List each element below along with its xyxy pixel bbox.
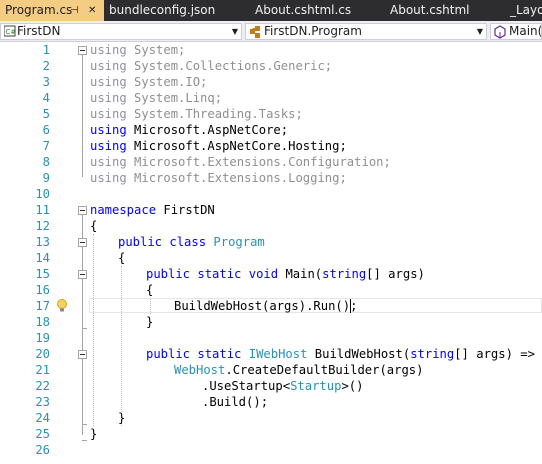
pin-icon[interactable]: ⊣ xyxy=(70,0,79,21)
code-line-5: using System.Threading.Tasks; xyxy=(90,107,303,121)
chevron-down-icon: ▼ xyxy=(231,27,238,36)
tab-label: About.cshtml xyxy=(390,3,470,17)
line-number: 20 xyxy=(35,347,50,361)
fold-end-marker xyxy=(82,440,87,441)
line-number: 8 xyxy=(42,155,50,169)
code-line-6: using Microsoft.AspNetCore; xyxy=(90,123,289,137)
tab-layout[interactable]: _Layo xyxy=(505,0,542,21)
fold-end-marker xyxy=(82,328,87,329)
close-icon[interactable]: ✕ xyxy=(88,0,96,21)
code-line-18: } xyxy=(146,315,154,329)
tab-about-cshtml-cs[interactable]: About.cshtml.cs xyxy=(250,0,370,21)
code-line-9: using Microsoft.Extensions.Logging; xyxy=(90,171,347,185)
code-editor[interactable]: 1 2 3 4 5 6 7 8 9 10 11 12 13 14 15 16 1… xyxy=(0,42,542,464)
line-number: 1 xyxy=(42,43,50,57)
project-dropdown-value: FirstDN xyxy=(17,24,61,38)
line-number: 13 xyxy=(35,235,50,249)
code-line-4: using System.Linq; xyxy=(90,91,223,105)
indent-guide xyxy=(93,234,94,426)
svg-text:C#: C# xyxy=(6,28,17,36)
line-number: 10 xyxy=(35,187,50,201)
code-line-12: { xyxy=(90,219,98,233)
collapse-icon[interactable] xyxy=(78,270,87,279)
line-number: 21 xyxy=(35,363,50,377)
tab-program-cs[interactable]: Program.cs ⊣ ✕ xyxy=(0,0,104,21)
line-number: 23 xyxy=(35,395,50,409)
csharp-project-icon: C# xyxy=(4,25,17,37)
code-line-23: .Build(); xyxy=(202,395,269,409)
navigation-bar: C# FirstDN ▼ FirstDN.Program ▼ Main( xyxy=(0,21,542,42)
class-icon xyxy=(250,26,260,38)
line-number: 11 xyxy=(35,203,50,217)
code-line-24: } xyxy=(118,411,126,425)
member-dropdown[interactable]: Main( xyxy=(490,23,542,40)
line-number: 15 xyxy=(35,267,50,281)
line-number: 14 xyxy=(35,251,50,265)
tab-label: _Layo xyxy=(510,3,542,17)
fold-guide xyxy=(82,215,83,435)
line-number: 9 xyxy=(42,171,50,185)
type-dropdown-value: FirstDN.Program xyxy=(264,24,362,38)
code-line-2: using System.Collections.Generic; xyxy=(90,59,333,73)
line-number: 16 xyxy=(35,283,50,297)
tab-label: About.cshtml.cs xyxy=(255,3,352,17)
project-dropdown[interactable]: C# FirstDN ▼ xyxy=(0,23,242,40)
line-number: 19 xyxy=(35,331,50,345)
line-number: 18 xyxy=(35,315,50,329)
code-line-15: public static void Main(string[] args) xyxy=(146,267,425,281)
collapse-icon[interactable] xyxy=(78,350,87,359)
line-number-margin: 1 2 3 4 5 6 7 8 9 10 11 12 13 14 15 16 1… xyxy=(0,42,52,464)
code-line-25: } xyxy=(90,427,98,441)
code-line-11: namespace FirstDN xyxy=(90,203,215,217)
line-number: 22 xyxy=(35,379,50,393)
text-caret xyxy=(350,299,351,313)
lightbulb-icon[interactable] xyxy=(56,298,68,313)
tab-label: bundleconfig.json xyxy=(109,3,216,17)
line-number: 12 xyxy=(35,219,50,233)
code-line-20: public static IWebHost BuildWebHost(stri… xyxy=(146,347,535,361)
line-number: 26 xyxy=(35,443,50,457)
code-line-1: using System; xyxy=(90,43,186,57)
code-line-22: .UseStartup<Startup>() xyxy=(202,379,364,393)
fold-end-marker xyxy=(82,424,87,425)
code-line-17: BuildWebHost(args).Run(); xyxy=(174,299,358,313)
line-number: 5 xyxy=(42,107,50,121)
chevron-down-icon: ▼ xyxy=(476,27,483,36)
collapse-icon[interactable] xyxy=(78,46,87,55)
tab-about-cshtml[interactable]: About.cshtml xyxy=(385,0,495,21)
line-number: 3 xyxy=(42,75,50,89)
code-line-13: public class Program xyxy=(118,235,265,249)
line-number: 24 xyxy=(35,411,50,425)
collapse-icon[interactable] xyxy=(78,238,87,247)
collapse-icon[interactable] xyxy=(78,206,87,215)
method-icon xyxy=(494,25,506,39)
code-line-8: using Microsoft.Extensions.Configuration… xyxy=(90,155,391,169)
line-number: 2 xyxy=(42,59,50,73)
member-dropdown-value: Main( xyxy=(509,24,542,38)
tab-label: Program.cs xyxy=(5,3,73,17)
code-line-7: using Microsoft.AspNetCore.Hosting; xyxy=(90,139,347,153)
line-number: 17 xyxy=(35,299,50,313)
line-number: 4 xyxy=(42,91,50,105)
code-line-21: WebHost.CreateDefaultBuilder(args) xyxy=(174,363,424,377)
tab-bundleconfig-json[interactable]: bundleconfig.json xyxy=(104,0,234,21)
line-number: 6 xyxy=(42,123,50,137)
type-dropdown[interactable]: FirstDN.Program ▼ xyxy=(245,23,487,40)
document-tab-strip: Program.cs ⊣ ✕ bundleconfig.json About.c… xyxy=(0,0,542,21)
code-line-3: using System.IO; xyxy=(90,75,208,89)
indent-guide xyxy=(121,266,122,426)
line-number: 7 xyxy=(42,139,50,153)
line-number: 25 xyxy=(35,427,50,441)
code-line-14: { xyxy=(118,251,126,265)
code-line-16: { xyxy=(146,283,154,297)
fold-guide xyxy=(82,55,83,177)
